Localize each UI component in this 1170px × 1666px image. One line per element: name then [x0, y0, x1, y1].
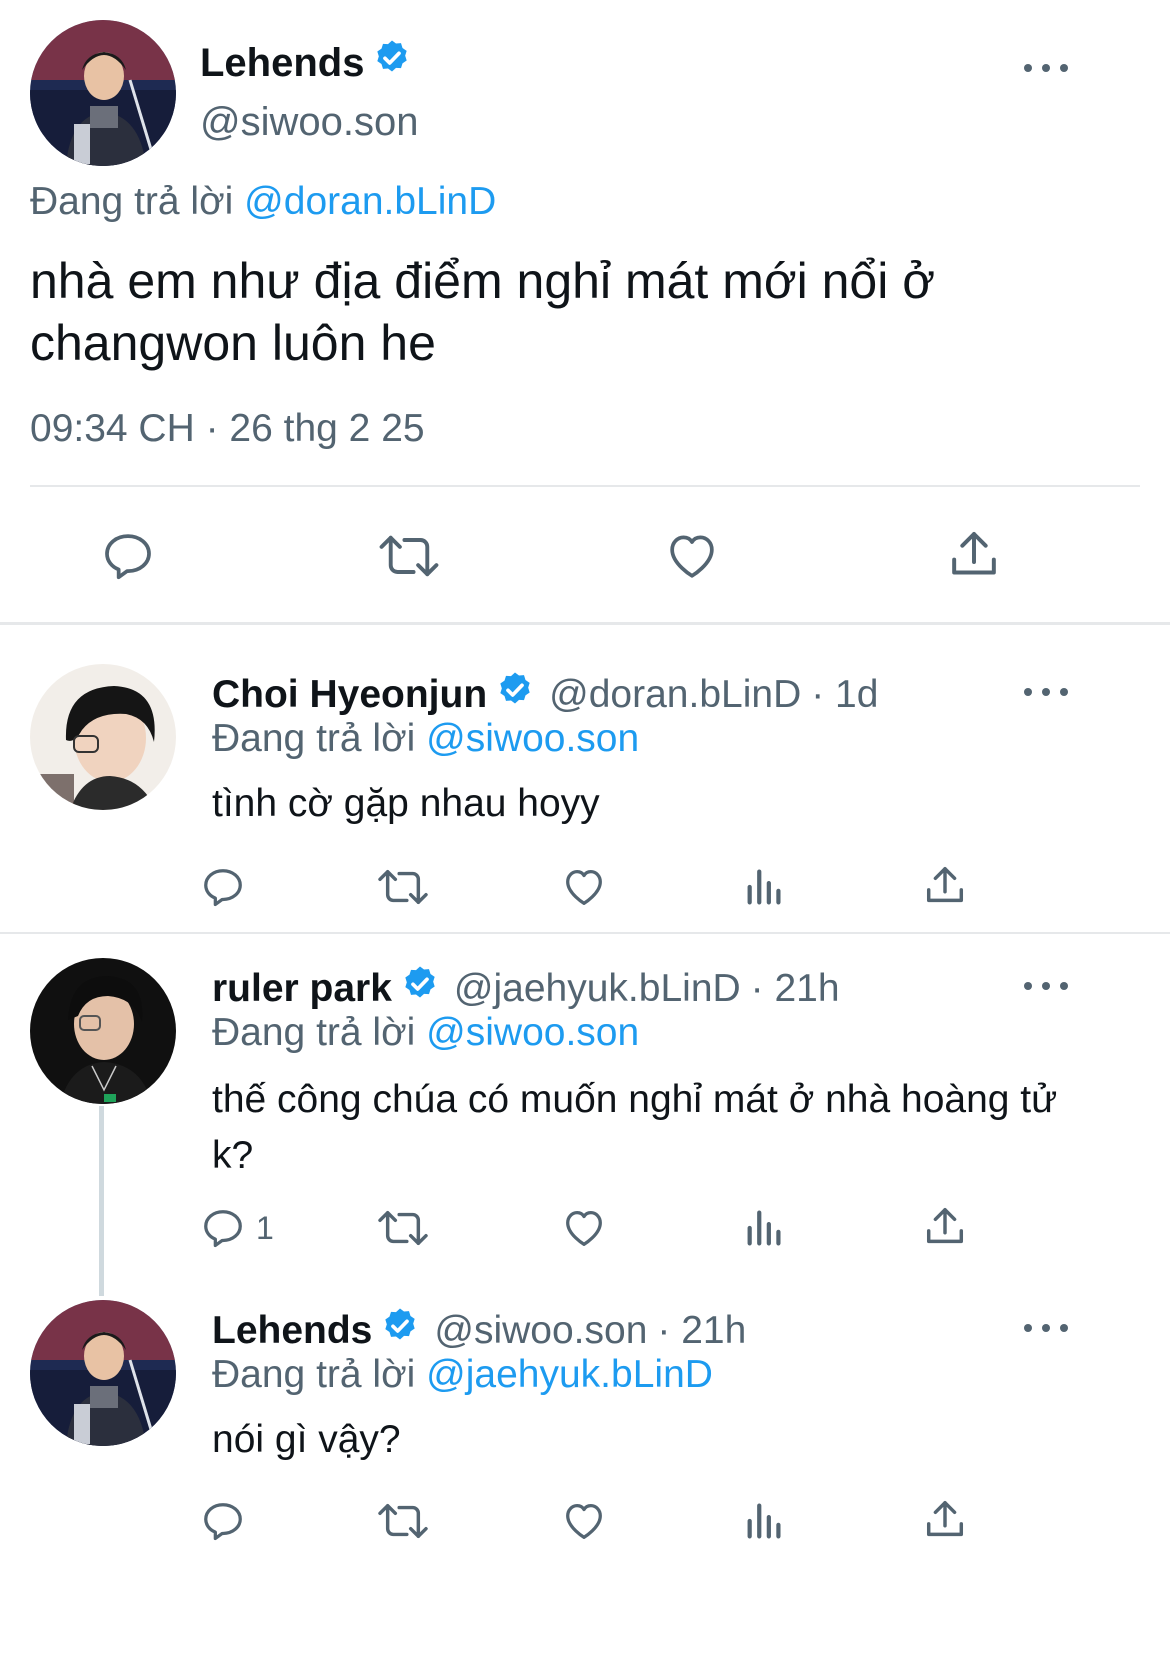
reply-header-3: Lehends @siwoo.son · 21h: [212, 1306, 746, 1356]
views-bar-chart-icon[interactable]: [742, 1498, 788, 1544]
replying-to-line: Đang trả lời @siwoo.son: [212, 717, 639, 761]
reply-author-name[interactable]: ruler park: [212, 967, 392, 1011]
avatar-lehends[interactable]: [30, 1300, 176, 1446]
reply-bubble-icon[interactable]: [200, 1498, 256, 1544]
reply-author-handle[interactable]: @siwoo.son: [434, 1309, 647, 1353]
retweet-icon[interactable]: [376, 1205, 430, 1251]
verified-badge-icon: [372, 38, 412, 88]
replying-to-link[interactable]: @doran.bLinD: [244, 180, 496, 223]
share-upload-icon[interactable]: [922, 1496, 968, 1544]
section-divider: [0, 932, 1170, 934]
retweet-icon[interactable]: [377, 528, 441, 584]
author-handle[interactable]: @siwoo.son: [200, 100, 418, 145]
reply-text: thế công chúa có muốn nghỉ mát ở nhà hoà…: [212, 1078, 1058, 1177]
reply-author-name[interactable]: Choi Hyeonjun: [212, 673, 487, 717]
section-divider: [0, 622, 1170, 625]
replying-to-link[interactable]: @jaehyuk.bLinD: [426, 1353, 713, 1396]
more-horizontal-icon[interactable]: [1024, 682, 1068, 702]
reply-author-handle[interactable]: @doran.bLinD: [549, 673, 801, 717]
reply-text: tình cờ gặp nhau hoyy: [212, 782, 600, 825]
replying-to-link[interactable]: @siwoo.son: [426, 1011, 639, 1054]
views-bar-chart-icon[interactable]: [742, 1205, 788, 1251]
verified-badge-icon: [380, 1306, 420, 1356]
reply-text: nói gì vậy?: [212, 1418, 401, 1461]
avatar-ruler-park[interactable]: [30, 958, 176, 1104]
tweet-timestamp: 09:34 CH · 26 thg 2 25: [30, 407, 425, 450]
heart-icon[interactable]: [664, 528, 720, 584]
share-upload-icon[interactable]: [946, 526, 1002, 584]
views-bar-chart-icon[interactable]: [742, 864, 788, 910]
retweet-icon[interactable]: [376, 864, 430, 910]
reply-header-2: ruler park @jaehyuk.bLinD · 21h: [212, 964, 840, 1014]
replying-prefix: Đang trả lời: [212, 717, 416, 760]
replying-to-line: Đang trả lời @jaehyuk.bLinD: [212, 1353, 713, 1397]
heart-icon[interactable]: [561, 864, 607, 910]
reply-author-handle[interactable]: @jaehyuk.bLinD: [454, 967, 741, 1011]
reply-header-1: Choi Hyeonjun @doran.bLinD · 1d: [212, 670, 878, 720]
reply-time: · 21h: [657, 1309, 747, 1352]
replying-to-link[interactable]: @siwoo.son: [426, 717, 639, 760]
heart-icon[interactable]: [561, 1498, 607, 1544]
share-upload-icon[interactable]: [922, 1203, 968, 1251]
verified-badge-icon: [495, 670, 535, 720]
replying-to-line: Đang trả lời @siwoo.son: [212, 1011, 639, 1055]
reply-time: · 1d: [811, 673, 879, 716]
share-upload-icon[interactable]: [922, 862, 968, 910]
reply-author-name[interactable]: Lehends: [212, 1309, 372, 1353]
more-horizontal-icon[interactable]: [1024, 1318, 1068, 1338]
thread-connector-line: [99, 1106, 104, 1296]
replying-prefix: Đang trả lời: [212, 1353, 416, 1396]
reply-time: · 21h: [750, 967, 840, 1010]
heart-icon[interactable]: [561, 1205, 607, 1251]
replying-prefix: Đang trả lời: [30, 180, 234, 223]
tweet-text: nhà em như địa điểm nghỉ mát mới nổi ở c…: [30, 253, 936, 371]
actions-divider: [30, 485, 1140, 487]
retweet-icon[interactable]: [376, 1498, 430, 1544]
more-horizontal-icon[interactable]: [1024, 58, 1068, 78]
more-horizontal-icon[interactable]: [1024, 976, 1068, 996]
reply-count: 1: [256, 1209, 274, 1246]
avatar-lehends[interactable]: [30, 20, 176, 166]
replying-to-line: Đang trả lời @doran.bLinD: [30, 180, 496, 224]
author-name-text: Lehends: [200, 40, 365, 85]
avatar-choi-hyeonjun[interactable]: [30, 664, 176, 810]
reply-bubble-icon[interactable]: [100, 528, 156, 584]
reply-bubble-icon[interactable]: [200, 864, 256, 910]
verified-badge-icon: [400, 964, 440, 1014]
author-name[interactable]: Lehends: [200, 38, 412, 88]
reply-bubble-icon[interactable]: 1: [200, 1205, 274, 1251]
replying-prefix: Đang trả lời: [212, 1011, 416, 1054]
